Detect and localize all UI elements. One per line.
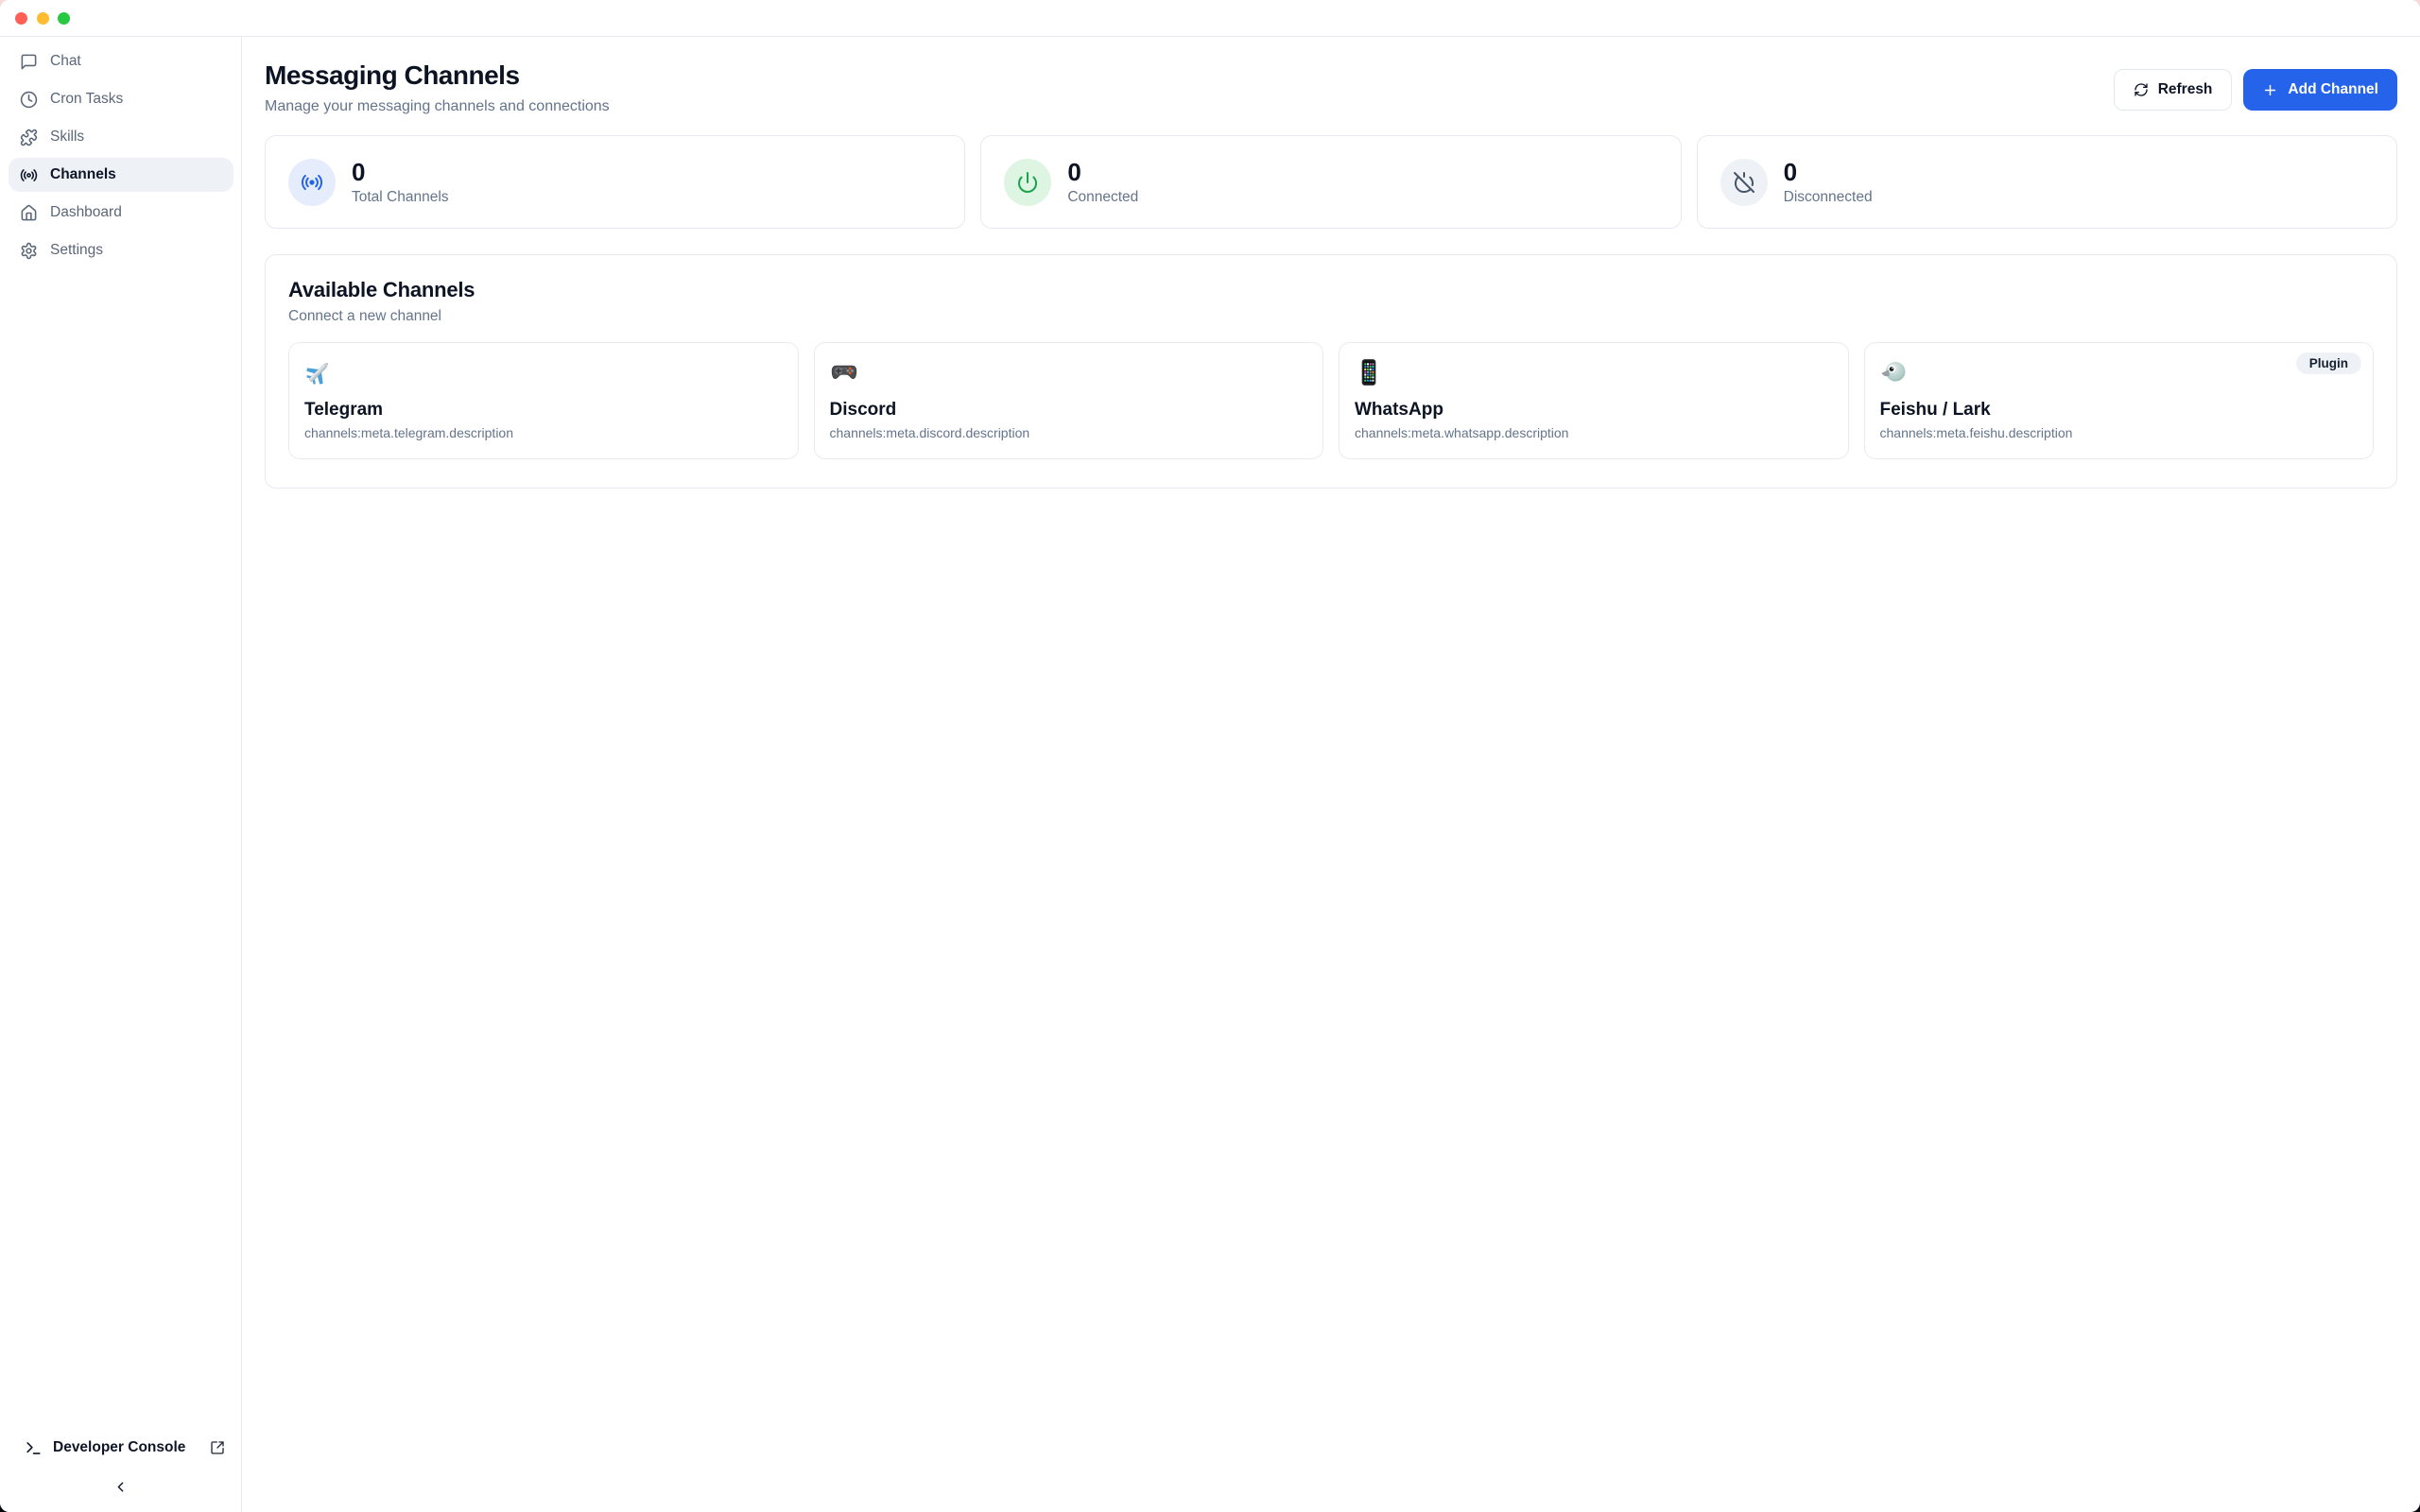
- sidebar: Chat Cron Tasks Skills Channels Dashboar: [0, 37, 242, 1512]
- sidebar-item-cron-tasks[interactable]: Cron Tasks: [9, 82, 233, 116]
- minimize-button[interactable]: [37, 12, 49, 25]
- stat-card-total-channels: 0 Total Channels: [265, 135, 965, 229]
- channel-description: channels:meta.feishu.description: [1880, 425, 2359, 440]
- terminal-icon: [25, 1439, 43, 1457]
- stat-value: 0: [1067, 158, 1138, 186]
- panel-title: Available Channels: [288, 278, 2374, 302]
- stats-row: 0 Total Channels 0 Connected: [265, 135, 2397, 229]
- clock-icon: [20, 91, 38, 109]
- home-icon: [20, 204, 38, 222]
- refresh-icon: [2134, 82, 2149, 97]
- broadcast-icon: [20, 166, 38, 184]
- available-channels-panel: Available Channels Connect a new channel: [265, 254, 2397, 489]
- chat-bubble-icon: [20, 53, 38, 71]
- gear-icon: [20, 242, 38, 260]
- refresh-button-label: Refresh: [2158, 81, 2213, 98]
- channel-card-discord[interactable]: Discord channels:meta.discord.descriptio…: [814, 342, 1324, 459]
- panel-subtitle: Connect a new channel: [288, 308, 2374, 325]
- add-channel-button[interactable]: Add Channel: [2243, 69, 2397, 111]
- page-title: Messaging Channels: [265, 60, 610, 92]
- sidebar-item-skills[interactable]: Skills: [9, 120, 233, 154]
- sidebar-item-label: Settings: [50, 242, 103, 259]
- puzzle-icon: [20, 129, 38, 146]
- channel-card-whatsapp[interactable]: WhatsApp channels:meta.whatsapp.descript…: [1339, 342, 1849, 459]
- sidebar-item-label: Skills: [50, 129, 84, 146]
- developer-console-link[interactable]: Developer Console: [0, 1427, 241, 1469]
- plugin-badge: Plugin: [2296, 352, 2361, 374]
- channel-description: channels:meta.discord.description: [830, 425, 1308, 440]
- main-content: Messaging Channels Manage your messaging…: [242, 37, 2420, 1512]
- developer-console-label: Developer Console: [53, 1439, 185, 1456]
- stat-card-disconnected: 0 Disconnected: [1697, 135, 2397, 229]
- stat-label: Connected: [1067, 189, 1138, 206]
- stat-card-connected: 0 Connected: [980, 135, 1681, 229]
- sidebar-item-label: Dashboard: [50, 204, 122, 221]
- power-icon: [1004, 159, 1051, 206]
- channel-name: Feishu / Lark: [1880, 400, 2359, 421]
- channel-card-telegram[interactable]: Telegram channels:meta.telegram.descript…: [288, 342, 799, 459]
- power-off-icon: [1720, 159, 1768, 206]
- sidebar-nav: Chat Cron Tasks Skills Channels Dashboar: [0, 37, 241, 1427]
- sidebar-item-settings[interactable]: Settings: [9, 233, 233, 267]
- stat-label: Total Channels: [352, 189, 449, 206]
- channel-description: channels:meta.telegram.description: [304, 425, 783, 440]
- sidebar-item-chat[interactable]: Chat: [9, 44, 233, 78]
- sidebar-item-dashboard[interactable]: Dashboard: [9, 196, 233, 230]
- game-controller-emoji-icon: [830, 358, 858, 387]
- plus-icon: [2262, 82, 2278, 98]
- channel-name: WhatsApp: [1355, 400, 1833, 421]
- app-window: Chat Cron Tasks Skills Channels Dashboar: [0, 0, 2420, 1512]
- chevron-left-icon: [112, 1479, 129, 1495]
- stat-label: Disconnected: [1784, 189, 1873, 206]
- channel-card-feishu[interactable]: Plugin Feishu / Lark: [1864, 342, 2375, 459]
- stat-value: 0: [352, 158, 449, 186]
- add-channel-button-label: Add Channel: [2288, 81, 2378, 98]
- close-button[interactable]: [15, 12, 27, 25]
- titlebar[interactable]: [0, 0, 2420, 37]
- zoom-button[interactable]: [58, 12, 70, 25]
- sidebar-item-label: Cron Tasks: [50, 91, 123, 108]
- page-subtitle: Manage your messaging channels and conne…: [265, 98, 610, 115]
- channel-description: channels:meta.whatsapp.description: [1355, 425, 1833, 440]
- airplane-emoji-icon: [304, 358, 333, 387]
- channel-name: Discord: [830, 400, 1308, 421]
- channel-grid: Telegram channels:meta.telegram.descript…: [288, 342, 2374, 459]
- sidebar-item-label: Chat: [50, 53, 81, 70]
- sidebar-item-channels[interactable]: Channels: [9, 158, 233, 192]
- stat-value: 0: [1784, 158, 1873, 186]
- broadcast-icon: [288, 159, 336, 206]
- channel-name: Telegram: [304, 400, 783, 421]
- refresh-button[interactable]: Refresh: [2114, 69, 2233, 111]
- sidebar-item-label: Channels: [50, 166, 116, 183]
- bird-emoji-icon: [1880, 358, 1909, 387]
- mobile-phone-emoji-icon: [1355, 358, 1383, 387]
- collapse-sidebar-button[interactable]: [112, 1479, 129, 1495]
- external-link-icon[interactable]: [210, 1440, 225, 1455]
